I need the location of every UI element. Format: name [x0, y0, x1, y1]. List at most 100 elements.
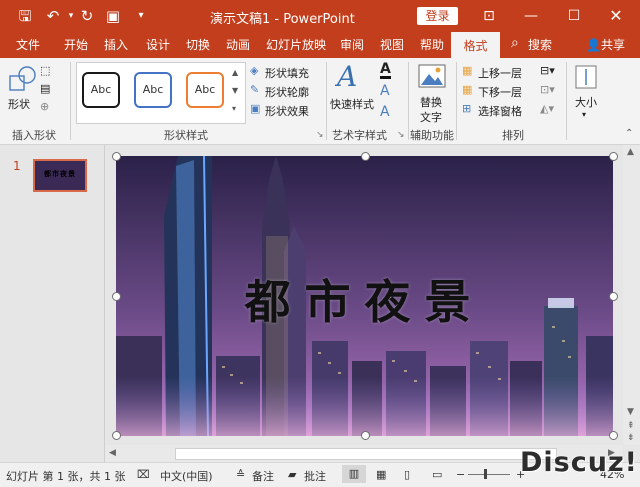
- notes-icon[interactable]: ≙: [236, 468, 245, 481]
- resize-handle-right[interactable]: [609, 292, 618, 301]
- align-icon[interactable]: ⊟▾: [540, 64, 555, 77]
- tab-file[interactable]: 文件: [16, 38, 40, 52]
- shape-styles-dialog-icon[interactable]: ↘: [316, 130, 324, 140]
- tab-review[interactable]: 审阅: [340, 38, 364, 52]
- previous-slide-icon[interactable]: ⇞: [627, 421, 635, 431]
- edit-shape-icon[interactable]: ⬚: [40, 64, 50, 77]
- shape-fill-label[interactable]: 形状填充: [265, 65, 309, 81]
- tab-help[interactable]: 帮助: [420, 38, 444, 52]
- slide-sorter-icon[interactable]: ▦: [376, 468, 386, 481]
- resize-handle-top-left[interactable]: [112, 152, 121, 161]
- horizontal-scroll-thumb[interactable]: [175, 448, 557, 460]
- slide-thumbnail[interactable]: 都市夜景: [33, 159, 87, 192]
- quick-styles-icon[interactable]: A: [337, 60, 357, 93]
- size-label[interactable]: 大小: [575, 94, 597, 110]
- save-icon[interactable]: 🖫: [16, 7, 34, 25]
- size-icon[interactable]: [574, 64, 598, 90]
- shape-effects-icon[interactable]: ▣: [250, 102, 260, 115]
- text-box-icon[interactable]: ▤: [40, 82, 50, 95]
- alt-text-icon[interactable]: [418, 64, 446, 90]
- tab-slideshow[interactable]: 幻灯片放映: [266, 38, 326, 52]
- style-swatch-orange[interactable]: Abc: [186, 72, 224, 108]
- ribbon: 形状 ⬚ ▤ ⊕ 插入形状 Abc Abc Abc ▲ ▼ ▾ ◈ 形状填充 ✎ 形…: [0, 58, 640, 145]
- send-backward-label[interactable]: 下移一层: [478, 84, 522, 100]
- comments-icon[interactable]: ▰: [288, 468, 296, 481]
- tab-home[interactable]: 开始: [64, 38, 88, 52]
- tab-format[interactable]: 格式: [451, 32, 500, 58]
- tab-view[interactable]: 视图: [380, 38, 404, 52]
- customize-toolbar-icon[interactable]: ▾: [132, 7, 150, 25]
- redo-icon[interactable]: ↻: [78, 7, 96, 25]
- resize-handle-bottom-right[interactable]: [609, 431, 618, 440]
- comments-button[interactable]: 批注: [304, 468, 326, 484]
- zoom-slider[interactable]: [468, 474, 510, 475]
- spelling-icon[interactable]: ⌧: [137, 468, 150, 481]
- style-swatch-blue[interactable]: Abc: [134, 72, 172, 108]
- resize-handle-top-right[interactable]: [609, 152, 618, 161]
- notes-button[interactable]: 备注: [252, 468, 274, 484]
- resize-handle-bottom[interactable]: [361, 431, 370, 440]
- vertical-scrollbar[interactable]: ▲ ▼ ⇞ ⇟: [623, 145, 640, 445]
- shapes-label[interactable]: 形状: [8, 96, 30, 112]
- scroll-left-icon[interactable]: ◀: [109, 448, 116, 458]
- gallery-scroll-icon[interactable]: ▲ ▼ ▾: [232, 64, 238, 118]
- maximize-icon[interactable]: ☐: [563, 5, 585, 27]
- alt-text-label-line2[interactable]: 文字: [420, 109, 442, 125]
- slide-title[interactable]: 都市夜景: [116, 266, 613, 332]
- text-fill-icon[interactable]: A: [380, 62, 391, 79]
- share-icon[interactable]: 👤: [586, 38, 601, 52]
- group-label-arrange: 排列: [502, 129, 524, 142]
- shapes-icon[interactable]: [8, 64, 38, 94]
- scroll-up-icon[interactable]: ▲: [627, 147, 634, 157]
- zoom-slider-thumb[interactable]: [484, 469, 487, 479]
- shape-outline-label[interactable]: 形状轮廓: [265, 84, 309, 100]
- group-objects-icon[interactable]: ⊡▾: [540, 83, 555, 96]
- quick-styles-label[interactable]: 快速样式: [330, 96, 374, 112]
- next-slide-icon[interactable]: ⇟: [627, 433, 635, 443]
- tab-transitions[interactable]: 切换: [186, 38, 210, 52]
- collapse-ribbon-icon[interactable]: ⌃: [625, 128, 633, 139]
- text-outline-icon[interactable]: A: [380, 83, 390, 99]
- reading-view-icon[interactable]: ▯: [404, 468, 410, 481]
- search-icon[interactable]: ⌕: [511, 36, 519, 50]
- share-label[interactable]: 共享: [601, 38, 625, 52]
- search-label[interactable]: 搜索: [528, 38, 552, 52]
- send-backward-icon[interactable]: ▦: [462, 83, 472, 96]
- size-dropdown-icon[interactable]: ▾: [582, 110, 586, 119]
- resize-handle-top[interactable]: [361, 152, 370, 161]
- bring-forward-label[interactable]: 上移一层: [478, 65, 522, 81]
- login-button[interactable]: 登录: [417, 7, 458, 25]
- style-swatch-black[interactable]: Abc: [82, 72, 120, 108]
- resize-handle-left[interactable]: [112, 292, 121, 301]
- tab-design[interactable]: 设计: [146, 38, 170, 52]
- rotate-icon[interactable]: ◭▾: [540, 102, 554, 115]
- close-icon[interactable]: ✕: [605, 5, 627, 27]
- tab-animations[interactable]: 动画: [226, 38, 250, 52]
- shape-fill-icon[interactable]: ◈: [250, 64, 258, 77]
- tab-insert[interactable]: 插入: [104, 38, 128, 52]
- language-label[interactable]: 中文(中国): [160, 468, 213, 484]
- present-icon[interactable]: ▣: [104, 7, 122, 25]
- text-effects-icon[interactable]: A: [380, 104, 390, 120]
- ribbon-display-options-icon[interactable]: ⊡: [478, 5, 500, 27]
- group-label-wordart: 艺术字样式: [332, 129, 387, 142]
- resize-handle-bottom-left[interactable]: [112, 431, 121, 440]
- shape-outline-icon[interactable]: ✎: [250, 83, 259, 96]
- bring-forward-icon[interactable]: ▦: [462, 64, 472, 77]
- divider: [408, 62, 409, 140]
- shape-effects-label[interactable]: 形状效果: [265, 103, 309, 119]
- minimize-icon[interactable]: —: [520, 5, 542, 27]
- selection-pane-icon[interactable]: ⊞: [462, 102, 471, 115]
- zoom-out-icon[interactable]: −: [456, 468, 465, 481]
- alt-text-label-line1[interactable]: 替换: [420, 94, 442, 110]
- wordart-dialog-icon[interactable]: ↘: [397, 130, 405, 140]
- scroll-down-icon[interactable]: ▼: [627, 407, 634, 417]
- divider: [326, 62, 327, 140]
- selection-pane-label[interactable]: 选择窗格: [478, 103, 522, 119]
- merge-shapes-icon[interactable]: ⊕: [40, 100, 49, 113]
- normal-view-icon[interactable]: ▥: [342, 465, 366, 483]
- slide-count-info: 幻灯片 第 1 张，共 1 张: [6, 470, 126, 483]
- undo-icon[interactable]: ↶: [44, 7, 62, 25]
- slideshow-view-icon[interactable]: ▭: [432, 468, 442, 481]
- slide-canvas[interactable]: 都市夜景: [116, 156, 613, 436]
